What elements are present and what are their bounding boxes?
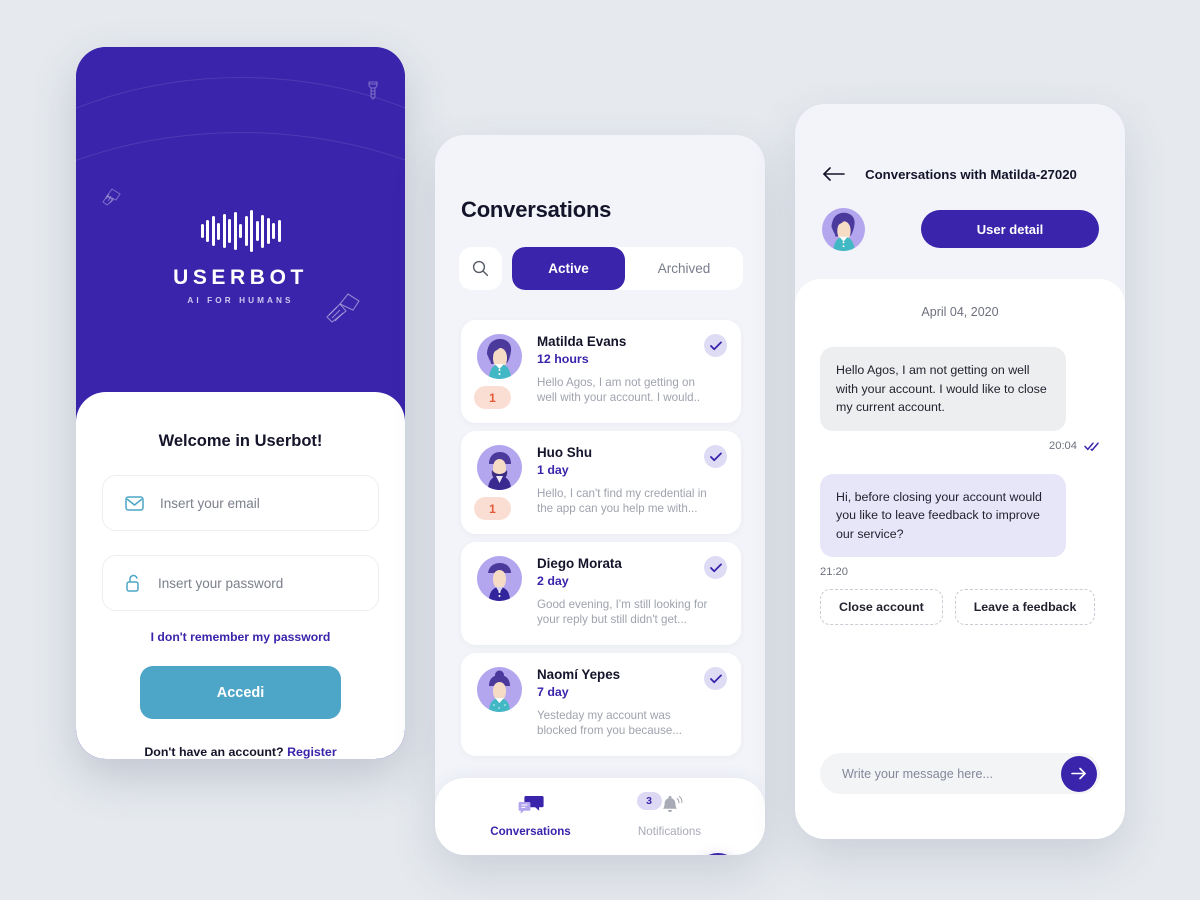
read-status-badge	[704, 667, 727, 690]
bottom-navigation: Conversations 3 Notifications	[435, 778, 765, 855]
brand-name: USERBOT	[173, 266, 308, 289]
nav-label-notifications: Notifications	[637, 825, 702, 838]
list-item[interactable]: Diego Morata 2 day Good evening, I'm sti…	[461, 542, 741, 645]
message-meta: 20:04	[820, 440, 1100, 452]
chat-header: Conversations with Matilda-27020 User de…	[795, 104, 1125, 279]
chat-bubbles-icon	[518, 796, 544, 814]
unread-badge: 1	[474, 386, 511, 409]
nav-item-notifications[interactable]: 3 Notifications	[615, 792, 725, 838]
unread-badge: 1	[474, 497, 511, 520]
contact-name: Naomí Yepes	[537, 667, 621, 682]
check-icon	[709, 674, 722, 683]
message-preview: Hello, I can't find my credential in the…	[537, 487, 707, 515]
message-composer[interactable]: Write your message here...	[820, 753, 1100, 794]
chat-title: Conversations with Matilda-27020	[865, 167, 1077, 182]
notification-badge: 3	[636, 792, 662, 810]
contact-time: 2 day	[537, 574, 569, 588]
check-icon	[709, 341, 722, 350]
avatar	[477, 445, 522, 490]
avatar	[477, 667, 522, 712]
login-submit-button[interactable]: Accedi	[140, 666, 341, 719]
contact-name: Matilda Evans	[537, 334, 627, 349]
screw-icon	[102, 188, 121, 206]
tab-archived[interactable]: Archived	[625, 247, 743, 290]
message-preview: Yesteday my account was blocked from you…	[537, 709, 683, 737]
contact-time: 12 hours	[537, 352, 589, 366]
message-meta: 21:20	[820, 566, 848, 578]
message-preview: Hello Agos, I am not getting on well wit…	[537, 376, 701, 404]
check-icon	[709, 452, 722, 461]
read-status-badge	[704, 556, 727, 579]
register-prompt: Don't have an account?	[144, 745, 288, 759]
check-icon	[709, 563, 722, 572]
avatar	[477, 556, 522, 601]
status-tabs: Active Archived	[512, 247, 743, 290]
chat-message-list: April 04, 2020 Hello Agos, I am not gett…	[795, 279, 1125, 839]
user-detail-button[interactable]: User detail	[921, 210, 1099, 248]
contact-time: 7 day	[537, 685, 569, 699]
list-item[interactable]: Naomí Yepes 7 day Yesteday my account wa…	[461, 653, 741, 756]
double-check-icon	[1084, 441, 1099, 451]
nav-item-conversations[interactable]: Conversations	[476, 795, 586, 838]
quick-reply-leave-feedback[interactable]: Leave a feedback	[954, 589, 1096, 625]
login-form-card: Welcome in Userbot! Insert your email In…	[76, 392, 405, 759]
login-screen: USERBOT AI FOR HUMANS Welcome in Userbot…	[76, 47, 405, 759]
read-status-badge	[704, 445, 727, 468]
nav-label-conversations: Conversations	[490, 825, 571, 838]
avatar	[477, 334, 522, 379]
lock-icon	[126, 574, 139, 592]
date-divider: April 04, 2020	[921, 305, 999, 319]
envelope-icon	[125, 495, 144, 511]
password-placeholder: Insert your password	[158, 575, 284, 591]
canvas: USERBOT AI FOR HUMANS Welcome in Userbot…	[0, 0, 1200, 900]
brand-tagline: AI FOR HUMANS	[187, 296, 294, 305]
quick-reply-row: Close account Leave a feedback	[820, 589, 1100, 625]
message-bubble-user: Hello Agos, I am not getting on well wit…	[820, 347, 1066, 431]
page-title: Conversations	[461, 197, 612, 222]
email-placeholder: Insert your email	[160, 495, 260, 511]
quick-reply-close-account[interactable]: Close account	[820, 589, 943, 625]
tab-active[interactable]: Active	[512, 247, 625, 290]
register-link[interactable]: Register	[287, 745, 337, 759]
conversation-list: 1 Matilda Evans 12 hours Hello Agos, I a…	[461, 320, 741, 764]
login-hero: USERBOT AI FOR HUMANS	[76, 47, 405, 392]
contact-time: 1 day	[537, 463, 569, 477]
conversations-controls: Active Archived	[459, 247, 743, 290]
list-item[interactable]: 1 Huo Shu 1 day Hello, I can't find my c…	[461, 431, 741, 534]
brand-logo: USERBOT AI FOR HUMANS	[76, 210, 405, 305]
email-field[interactable]: Insert your email	[102, 475, 379, 531]
send-button[interactable]	[1061, 755, 1097, 792]
message-bubble-bot: Hi, before closing your account would yo…	[820, 473, 1066, 557]
avatar[interactable]	[822, 208, 865, 251]
login-title: Welcome in Userbot!	[158, 432, 323, 450]
list-item[interactable]: 1 Matilda Evans 12 hours Hello Agos, I a…	[461, 320, 741, 423]
search-button[interactable]	[459, 247, 502, 290]
register-row: Don't have an account? Register	[102, 745, 379, 759]
forgot-password-link[interactable]: I don't remember my password	[102, 630, 379, 644]
screw-icon	[368, 81, 378, 100]
password-field[interactable]: Insert your password	[102, 555, 379, 611]
conversations-screen: Conversations Active Archived 1 Matilda …	[435, 135, 765, 855]
arrow-right-icon	[1071, 767, 1086, 780]
message-time: 20:04	[1049, 439, 1077, 452]
soundwave-brain-icon	[200, 210, 281, 252]
contact-name: Huo Shu	[537, 445, 593, 460]
message-preview: Good evening, I'm still looking for your…	[537, 598, 708, 626]
read-status-badge	[704, 334, 727, 357]
chat-screen: Conversations with Matilda-27020 User de…	[795, 104, 1125, 839]
search-icon	[472, 260, 489, 277]
composer-placeholder: Write your message here...	[842, 766, 993, 781]
contact-name: Diego Morata	[537, 556, 622, 571]
